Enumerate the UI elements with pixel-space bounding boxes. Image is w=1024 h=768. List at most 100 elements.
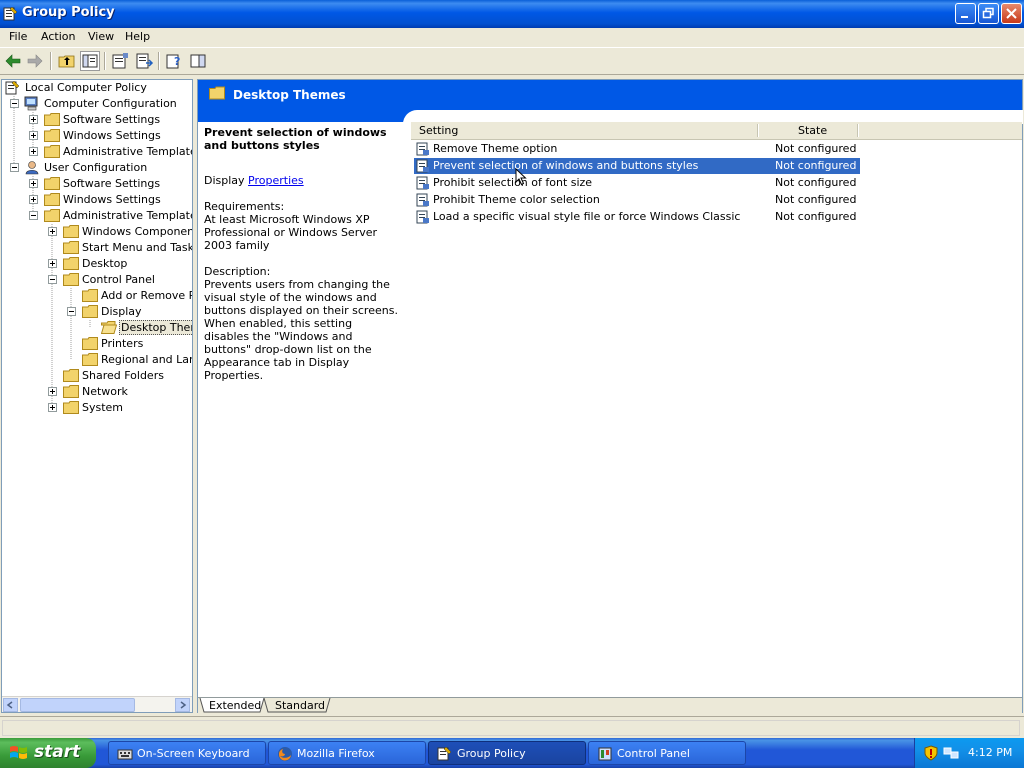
- start-button[interactable]: start: [0, 738, 96, 768]
- menu-action[interactable]: Action: [41, 30, 75, 43]
- expand-icon[interactable]: [29, 147, 38, 156]
- menu-help[interactable]: Help: [125, 30, 150, 43]
- requirements-text: At least Microsoft Windows XP Profession…: [204, 213, 378, 252]
- policy-icon: [437, 746, 452, 761]
- tab-label: Standard: [275, 699, 326, 712]
- restore-button[interactable]: [978, 3, 999, 24]
- setting-row[interactable]: Remove Theme option Not configured: [414, 141, 860, 157]
- setting-state: Not configured: [775, 176, 857, 189]
- expand-icon[interactable]: [48, 227, 57, 236]
- setting-row[interactable]: Prohibit Theme color selection Not confi…: [414, 192, 860, 208]
- tree-node-local-computer-policy[interactable]: Local Computer Policy: [2, 80, 192, 96]
- details-header: Desktop Themes: [198, 80, 1022, 112]
- taskbar-button-label: On-Screen Keyboard: [137, 747, 250, 760]
- collapse-icon[interactable]: [48, 275, 57, 284]
- scroll-thumb[interactable]: [20, 698, 135, 712]
- show-hide-tree-button[interactable]: [80, 51, 100, 71]
- collapse-icon[interactable]: [10, 99, 19, 108]
- help-icon[interactable]: ?: [164, 51, 184, 71]
- setting-name: Prohibit Theme color selection: [433, 193, 600, 206]
- collapse-icon[interactable]: [10, 163, 19, 172]
- properties-link[interactable]: Properties: [248, 174, 304, 187]
- folder-icon: [63, 225, 79, 238]
- collapse-icon[interactable]: [29, 211, 38, 220]
- setting-icon: [416, 142, 429, 156]
- show-hide-action-pane-icon[interactable]: [188, 51, 208, 71]
- windows-logo-icon: [10, 746, 27, 759]
- expand-icon[interactable]: [29, 115, 38, 124]
- tree-node-regional-and-language[interactable]: Regional and Langu: [2, 352, 192, 368]
- tree-node-label: Regional and Langu: [101, 353, 192, 366]
- setting-row[interactable]: Prohibit selection of font size Not conf…: [414, 175, 860, 191]
- collapse-icon[interactable]: [67, 307, 76, 316]
- setting-name: Remove Theme option: [433, 142, 558, 155]
- expand-icon[interactable]: [48, 259, 57, 268]
- column-header-state[interactable]: State: [798, 124, 827, 137]
- tree-node-start-menu-and-taskbar[interactable]: Start Menu and Taskba: [2, 240, 192, 256]
- tree-node-desktop[interactable]: Desktop: [2, 256, 192, 272]
- back-arrow-icon[interactable]: [3, 51, 23, 71]
- chevron-left-icon: [6, 701, 13, 709]
- column-header-setting[interactable]: Setting: [419, 124, 458, 137]
- expand-icon[interactable]: [29, 179, 38, 188]
- expand-icon[interactable]: [48, 387, 57, 396]
- tree-node-network[interactable]: Network: [2, 384, 192, 400]
- tree-node-software-settings[interactable]: Software Settings: [2, 112, 192, 128]
- mouse-cursor-icon: [515, 168, 527, 186]
- system-tray: 4:12 PM: [914, 738, 1024, 768]
- tree-pane[interactable]: Local Computer Policy Computer Configura…: [1, 79, 193, 713]
- tree-node-display[interactable]: Display: [2, 304, 192, 320]
- taskbar-button-group-policy[interactable]: Group Policy: [428, 741, 586, 765]
- tree-horizontal-scrollbar[interactable]: [2, 696, 192, 712]
- tree-node-user-configuration[interactable]: User Configuration: [2, 160, 192, 176]
- tree-node-software-settings[interactable]: Software Settings: [2, 176, 192, 192]
- tree-node-label: Windows Settings: [63, 193, 161, 206]
- details-header-title: Desktop Themes: [233, 88, 346, 102]
- expand-icon[interactable]: [29, 131, 38, 140]
- tree-node-printers[interactable]: Printers: [2, 336, 192, 352]
- scroll-left-button[interactable]: [3, 698, 18, 712]
- menu-view[interactable]: View: [88, 30, 114, 43]
- title-bar[interactable]: Group Policy: [0, 0, 1024, 28]
- tree-node-computer-configuration[interactable]: Computer Configuration: [2, 96, 192, 112]
- taskbar-button-control-panel[interactable]: Control Panel: [588, 741, 746, 765]
- computer-icon: [24, 96, 38, 111]
- tree-node-label: Shared Folders: [82, 369, 164, 382]
- tree-node-shared-folders[interactable]: Shared Folders: [2, 368, 192, 384]
- expand-icon[interactable]: [48, 403, 57, 412]
- menu-file[interactable]: File: [9, 30, 27, 43]
- folder-icon: [44, 193, 60, 206]
- folder-icon: [63, 257, 79, 270]
- properties-icon[interactable]: [110, 51, 130, 71]
- scroll-right-button[interactable]: [175, 698, 190, 712]
- taskbar-button-mozilla-firefox[interactable]: Mozilla Firefox: [268, 741, 426, 765]
- up-one-level-icon[interactable]: [57, 51, 77, 71]
- export-list-icon[interactable]: [134, 51, 154, 71]
- tree-node-add-or-remove-programs[interactable]: Add or Remove Pro: [2, 288, 192, 304]
- view-tabs: Extended Standard: [198, 697, 1022, 714]
- setting-row[interactable]: Prevent selection of windows and buttons…: [414, 158, 860, 174]
- setting-icon: [416, 193, 429, 207]
- tree-node-desktop-themes[interactable]: Desktop Theme: [2, 320, 192, 336]
- tree-node-system[interactable]: System: [2, 400, 192, 416]
- tree-node-label: Computer Configuration: [44, 97, 177, 110]
- tree-node-windows-components[interactable]: Windows Components: [2, 224, 192, 240]
- group-policy-icon: [3, 6, 18, 21]
- close-button[interactable]: [1001, 3, 1022, 24]
- tree-node-windows-settings[interactable]: Windows Settings: [2, 128, 192, 144]
- restore-icon: [982, 7, 994, 19]
- tree-node-administrative-templates[interactable]: Administrative Templates: [2, 208, 192, 224]
- tree-node-administrative-templates[interactable]: Administrative Templates: [2, 144, 192, 160]
- tree-node-label: System: [82, 401, 124, 414]
- minimize-button[interactable]: [955, 3, 976, 24]
- tree-node-label: Software Settings: [63, 177, 161, 190]
- forward-arrow-icon[interactable]: [25, 51, 45, 71]
- expand-icon[interactable]: [29, 195, 38, 204]
- taskbar-button-on-screen-keyboard[interactable]: On-Screen Keyboard: [108, 741, 266, 765]
- tree-node-windows-settings[interactable]: Windows Settings: [2, 192, 192, 208]
- setting-row[interactable]: Load a specific visual style file or for…: [414, 209, 860, 225]
- folder-icon: [44, 113, 60, 126]
- security-shield-icon[interactable]: [923, 745, 939, 761]
- tree-node-control-panel[interactable]: Control Panel: [2, 272, 192, 288]
- network-icon[interactable]: [943, 745, 959, 761]
